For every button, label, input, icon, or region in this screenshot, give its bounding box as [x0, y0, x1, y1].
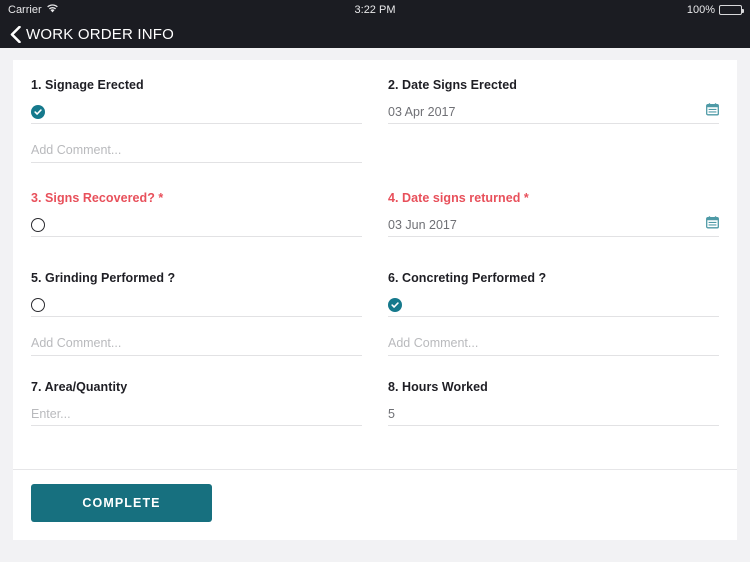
form-row-1: 1. Signage Erected Add Comment... 2. Dat… [31, 78, 719, 163]
date-input-signs-erected[interactable]: 03 Apr 2017 [388, 101, 719, 124]
checkbox-signs-recovered[interactable] [31, 218, 45, 232]
checkbox-row [388, 294, 719, 317]
calendar-icon[interactable] [706, 216, 719, 234]
calendar-icon[interactable] [706, 103, 719, 121]
field-grinding-performed: 5. Grinding Performed ? Add Comment... [31, 271, 362, 356]
status-bar-time: 3:22 PM [354, 4, 396, 16]
date-input-signs-returned[interactable]: 03 Jun 2017 [388, 214, 719, 237]
field-date-signs-erected: 2. Date Signs Erected 03 Apr 2017 [388, 78, 719, 163]
nav-bar: WORK ORDER INFO [0, 20, 750, 48]
field-label: 1. Signage Erected [31, 78, 144, 92]
checkbox-row [31, 294, 362, 317]
status-bar-right: 100% [686, 4, 744, 16]
date-value: 03 Jun 2017 [388, 217, 457, 232]
field-label: 6. Concreting Performed ? [388, 271, 547, 285]
card-footer: COMPLETE [13, 470, 737, 540]
field-label: 7. Area/Quantity [31, 380, 128, 394]
input-value: 5 [388, 406, 395, 421]
field-label: 5. Grinding Performed ? [31, 271, 176, 285]
page-title: WORK ORDER INFO [26, 25, 174, 43]
chevron-left-icon[interactable] [8, 24, 22, 44]
comment-placeholder: Add Comment... [388, 336, 479, 351]
comment-input-signage-erected[interactable]: Add Comment... [31, 139, 362, 163]
checkbox-row [31, 101, 362, 124]
wifi-icon [46, 4, 58, 16]
field-label: 8. Hours Worked [388, 380, 488, 394]
field-label: 3. Signs Recovered? * [31, 191, 164, 205]
work-order-form-card: 1. Signage Erected Add Comment... 2. Dat… [13, 60, 737, 540]
field-area-quantity: 7. Area/Quantity Enter... [31, 380, 362, 426]
carrier-label: Carrier [8, 4, 42, 16]
form-row-4: 7. Area/Quantity Enter... 8. Hours Worke… [31, 380, 719, 426]
comment-placeholder: Add Comment... [31, 336, 122, 351]
field-signs-recovered: 3. Signs Recovered? * [31, 191, 362, 237]
input-placeholder: Enter... [31, 406, 71, 421]
comment-placeholder: Add Comment... [31, 143, 122, 158]
text-input-area-quantity[interactable]: Enter... [31, 403, 362, 426]
field-label: 2. Date Signs Erected [388, 78, 517, 92]
field-hours-worked: 8. Hours Worked 5 [388, 380, 719, 426]
date-value: 03 Apr 2017 [388, 104, 456, 119]
comment-input-grinding-performed[interactable]: Add Comment... [31, 332, 362, 356]
checkbox-signage-erected[interactable] [31, 105, 45, 119]
checkbox-concreting-performed[interactable] [388, 298, 402, 312]
form-area: 1. Signage Erected Add Comment... 2. Dat… [13, 60, 737, 469]
checkbox-grinding-performed[interactable] [31, 298, 45, 312]
status-bar: Carrier 3:22 PM 100% [0, 0, 750, 20]
page-body: 1. Signage Erected Add Comment... 2. Dat… [0, 48, 750, 562]
battery-icon [719, 5, 744, 15]
field-signage-erected: 1. Signage Erected Add Comment... [31, 78, 362, 163]
form-row-3: 5. Grinding Performed ? Add Comment... 6… [31, 271, 719, 356]
form-row-2: 3. Signs Recovered? * 4. Date signs retu… [31, 191, 719, 237]
checkbox-row [31, 214, 362, 237]
field-concreting-performed: 6. Concreting Performed ? Add Comment... [388, 271, 719, 356]
field-label: 4. Date signs returned * [388, 191, 529, 205]
field-date-signs-returned: 4. Date signs returned * 03 Jun 2017 [388, 191, 719, 237]
comment-input-concreting-performed[interactable]: Add Comment... [388, 332, 719, 356]
complete-button[interactable]: COMPLETE [31, 484, 212, 522]
battery-percent-label: 100% [686, 4, 715, 16]
status-bar-left: Carrier [8, 4, 58, 16]
text-input-hours-worked[interactable]: 5 [388, 403, 719, 426]
